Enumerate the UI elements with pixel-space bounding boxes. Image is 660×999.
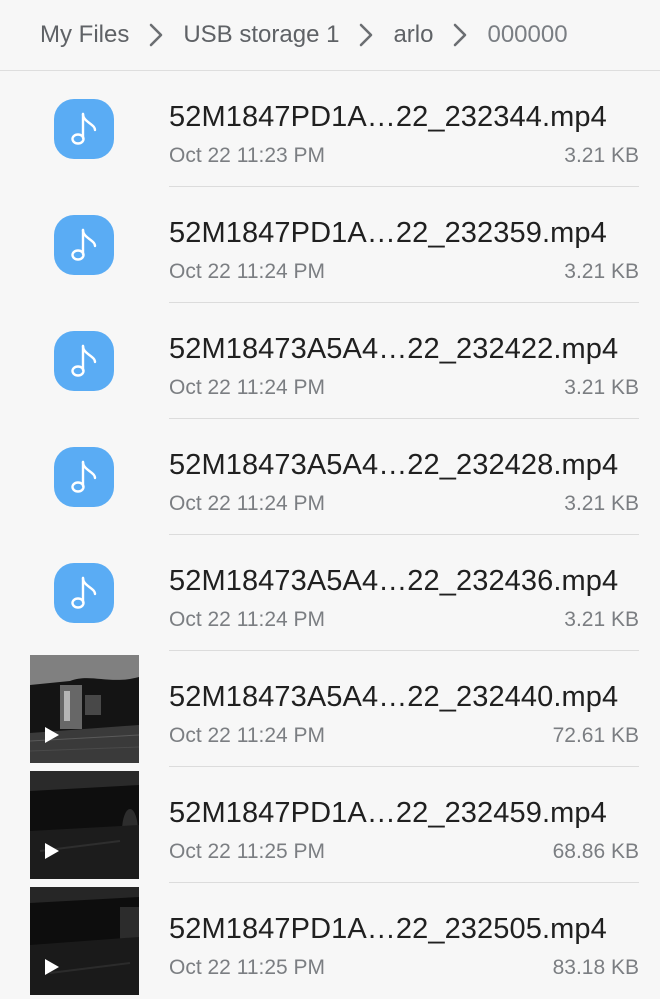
- file-name: 52M18473A5A4…22_232422.mp4: [169, 333, 619, 365]
- file-row[interactable]: 52M18473A5A4…22_232440.mp4 Oct 22 11:24 …: [0, 651, 660, 767]
- file-row[interactable]: 52M1847PD1A…22_232505.mp4 Oct 22 11:25 P…: [0, 883, 660, 999]
- video-thumbnail: [30, 655, 139, 763]
- breadcrumb: My Files USB storage 1 arlo 000000: [0, 0, 660, 71]
- video-thumbnail: [30, 771, 139, 879]
- music-note-icon: [54, 331, 114, 391]
- music-note-icon: [54, 563, 114, 623]
- file-size: 3.21 KB: [564, 608, 639, 631]
- file-size: 3.21 KB: [564, 144, 639, 167]
- file-size: 68.86 KB: [552, 840, 639, 863]
- file-row[interactable]: 52M1847PD1A…22_232459.mp4 Oct 22 11:25 P…: [0, 767, 660, 883]
- breadcrumb-usb-storage[interactable]: USB storage 1: [183, 21, 339, 49]
- file-date: Oct 22 11:24 PM: [169, 608, 326, 631]
- music-note-icon: [54, 215, 114, 275]
- file-size: 72.61 KB: [552, 724, 639, 747]
- file-size: 3.21 KB: [564, 260, 639, 283]
- file-name: 52M1847PD1A…22_232505.mp4: [169, 913, 607, 945]
- file-name: 52M18473A5A4…22_232436.mp4: [169, 565, 619, 597]
- file-size: 3.21 KB: [564, 376, 639, 399]
- file-date: Oct 22 11:24 PM: [169, 724, 326, 747]
- file-row[interactable]: 52M18473A5A4…22_232436.mp4 Oct 22 11:24 …: [0, 535, 660, 651]
- file-size: 3.21 KB: [564, 492, 639, 515]
- file-date: Oct 22 11:24 PM: [169, 376, 326, 399]
- file-row[interactable]: 52M1847PD1A…22_232344.mp4 Oct 22 11:23 P…: [0, 71, 660, 187]
- file-list: 52M1847PD1A…22_232344.mp4 Oct 22 11:23 P…: [0, 71, 660, 999]
- file-name: 52M18473A5A4…22_232440.mp4: [169, 681, 619, 713]
- file-date: Oct 22 11:23 PM: [169, 144, 326, 167]
- file-date: Oct 22 11:25 PM: [169, 956, 326, 979]
- chevron-right-icon: [347, 0, 385, 71]
- file-name: 52M18473A5A4…22_232428.mp4: [169, 449, 619, 481]
- breadcrumb-current-folder: 000000: [487, 21, 568, 48]
- file-row[interactable]: 52M18473A5A4…22_232428.mp4 Oct 22 11:24 …: [0, 419, 660, 535]
- music-note-icon: [54, 447, 114, 507]
- play-icon: [44, 842, 60, 865]
- chevron-right-icon: [441, 0, 479, 71]
- file-date: Oct 22 11:24 PM: [169, 492, 326, 515]
- file-size: 83.18 KB: [552, 956, 639, 979]
- file-name: 52M1847PD1A…22_232344.mp4: [169, 101, 607, 133]
- breadcrumb-my-files[interactable]: My Files: [40, 21, 129, 49]
- video-thumbnail: [30, 887, 139, 995]
- file-row[interactable]: 52M1847PD1A…22_232359.mp4 Oct 22 11:24 P…: [0, 187, 660, 303]
- music-note-icon: [54, 99, 114, 159]
- file-name: 52M1847PD1A…22_232359.mp4: [169, 217, 607, 249]
- file-row[interactable]: 52M18473A5A4…22_232422.mp4 Oct 22 11:24 …: [0, 303, 660, 419]
- file-date: Oct 22 11:24 PM: [169, 260, 326, 283]
- file-date: Oct 22 11:25 PM: [169, 840, 326, 863]
- breadcrumb-arlo[interactable]: arlo: [393, 21, 433, 49]
- chevron-right-icon: [137, 0, 175, 71]
- file-name: 52M1847PD1A…22_232459.mp4: [169, 797, 607, 829]
- play-icon: [44, 958, 60, 981]
- play-icon: [44, 726, 60, 749]
